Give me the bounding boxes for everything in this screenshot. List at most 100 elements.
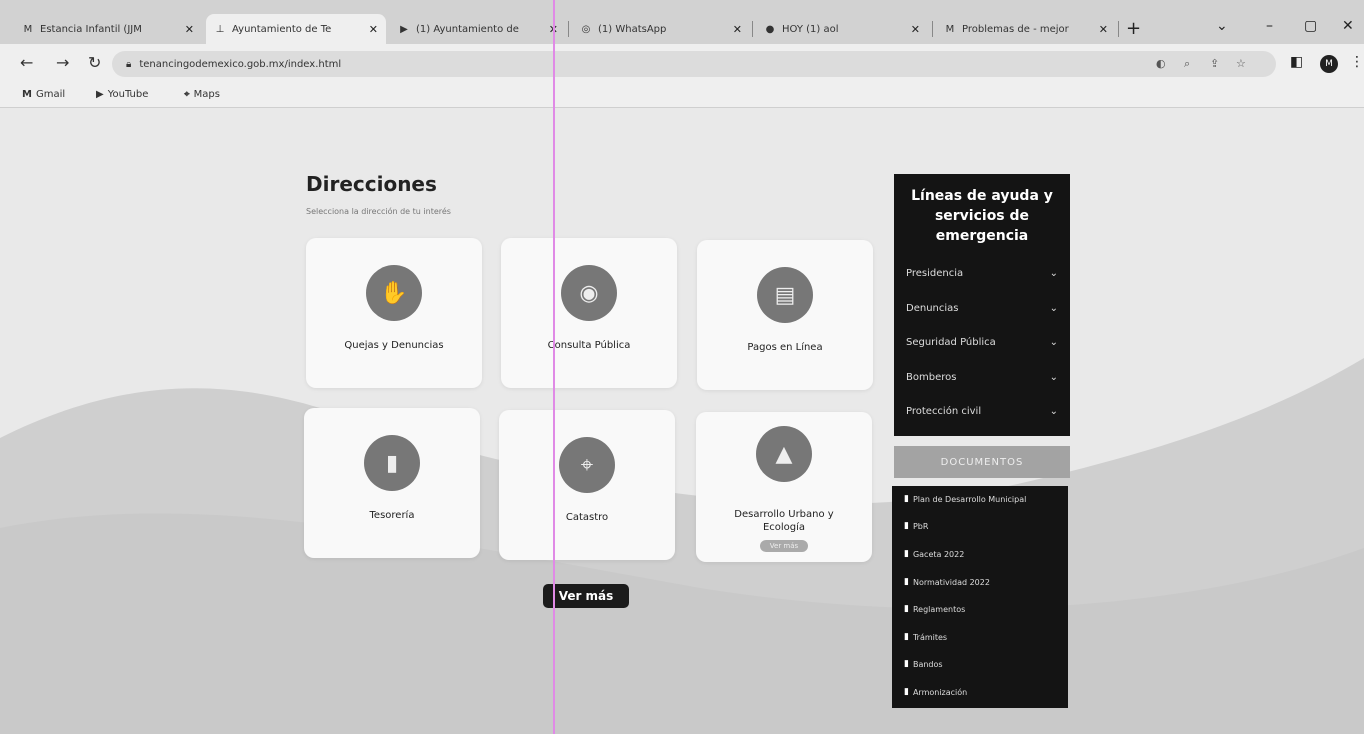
card-label: Desarrollo Urbano y Ecología	[734, 509, 834, 533]
help-title: Líneas de ayuda y servicios de emergenci…	[894, 186, 1070, 246]
help-item-label: Bomberos	[906, 372, 957, 383]
card-tesoreria[interactable]: ▮ Tesorería	[304, 408, 480, 558]
card-pagos-en-linea[interactable]: ▤ Pagos en Línea	[697, 240, 873, 390]
menu-icon[interactable]: ⋮	[1350, 54, 1364, 70]
card-label: Consulta Pública	[547, 340, 631, 351]
bookmarks-bar: M Gmail ▶ YouTube ⌖ Maps	[0, 84, 1364, 108]
help-item-seguridad-publica[interactable]: Seguridad Pública ⌄	[906, 337, 1058, 348]
hands-icon: ✋	[366, 265, 422, 321]
card-label: Pagos en Línea	[747, 342, 823, 353]
background-wave	[0, 358, 1364, 734]
close-icon[interactable]: ✕	[185, 23, 194, 36]
youtube-icon: ▶	[400, 23, 408, 35]
doc-link[interactable]: ▮ Plan de Desarrollo Municipal	[904, 494, 1026, 504]
card-consulta-publica[interactable]: ◉ Consulta Pública	[501, 238, 677, 388]
doc-link[interactable]: ▮ Normatividad 2022	[904, 577, 990, 587]
new-tab-button[interactable]: +	[1126, 18, 1141, 39]
vertical-guide-line	[553, 0, 555, 734]
browser-tab-5[interactable]: ● HOY (1) aol ✕	[756, 14, 928, 44]
tab-title: (1) WhatsApp	[598, 23, 667, 35]
browser-tab-3[interactable]: ▶ (1) Ayuntamiento de ✕	[390, 14, 566, 44]
site-favicon-icon: ⊥	[215, 23, 225, 35]
doc-label: Normatividad 2022	[912, 577, 990, 587]
address-bar[interactable]: 🔒︎ tenancingodemexico.gob.mx/index.html	[112, 51, 1276, 77]
doc-link[interactable]: ▮ Trámites	[904, 632, 947, 642]
payment-icon: ▤	[757, 267, 813, 323]
browser-tab-1[interactable]: M Estancia Infantil (JJM ✕	[14, 14, 202, 44]
document-icon: ▮	[904, 632, 909, 642]
doc-link[interactable]: ▮ Gaceta 2022	[904, 549, 964, 559]
bookmark-youtube[interactable]: ▶ YouTube	[96, 89, 148, 100]
gmail-icon: M	[945, 23, 955, 35]
tab-separator	[932, 21, 933, 37]
tab-title: Estancia Infantil (JJM	[40, 23, 142, 35]
browser-tab-2[interactable]: ⊥ Ayuntamiento de Te ✕	[206, 14, 386, 44]
share-icon[interactable]: ⇪	[1210, 57, 1219, 70]
tab-title: Ayuntamiento de Te	[232, 23, 332, 35]
gmail-icon: M	[22, 89, 32, 100]
documents-button[interactable]: DOCUMENTOS	[894, 446, 1070, 478]
gmail-icon: M	[23, 23, 33, 35]
tab-separator	[1118, 21, 1119, 37]
doc-link[interactable]: ▮ Reglamentos	[904, 604, 965, 614]
help-item-proteccion-civil[interactable]: Protección civil ⌄	[906, 406, 1058, 417]
card-label: Quejas y Denuncias	[344, 340, 444, 351]
card-tag[interactable]: Ver más	[759, 540, 809, 552]
doc-label: Armonización	[912, 687, 968, 697]
close-icon[interactable]: ✕	[911, 23, 920, 36]
card-quejas-denuncias[interactable]: ✋ Quejas y Denuncias	[306, 238, 482, 388]
document-icon: ▮	[904, 659, 909, 669]
doc-label: Plan de Desarrollo Municipal	[912, 494, 1027, 504]
doc-label: Reglamentos	[912, 604, 966, 614]
forward-button[interactable]: →	[56, 53, 69, 72]
bookmark-gmail[interactable]: M Gmail	[22, 89, 65, 100]
chevron-down-icon: ⌄	[1049, 268, 1058, 279]
doc-link[interactable]: ▮ Armonización	[904, 687, 967, 697]
whatsapp-icon: ◎	[581, 23, 591, 35]
translate-icon[interactable]: ◐	[1156, 57, 1166, 70]
url-text: tenancingodemexico.gob.mx/index.html	[139, 58, 342, 70]
tab-search-button[interactable]: ⌄	[1216, 18, 1228, 34]
tab-title: HOY (1) aol	[782, 23, 839, 35]
web-page: Direcciones Selecciona la dirección de t…	[0, 108, 1364, 734]
tab-separator	[752, 21, 753, 37]
bookmark-label: YouTube	[107, 89, 149, 100]
help-title-line: Líneas de ayuda y	[911, 188, 1053, 204]
documents-panel: ▮ Plan de Desarrollo Municipal ▮ PbR ▮ G…	[892, 486, 1068, 708]
card-label: Catastro	[565, 512, 609, 523]
help-title-line: servicios de	[934, 208, 1030, 224]
close-icon[interactable]: ✕	[733, 23, 742, 36]
aol-icon: ●	[765, 23, 775, 35]
browser-tab-4[interactable]: ◎ (1) WhatsApp ✕	[572, 14, 750, 44]
document-icon: ▮	[904, 494, 909, 504]
card-catastro[interactable]: ⌖ Catastro	[499, 410, 675, 560]
bookmark-maps[interactable]: ⌖ Maps	[184, 89, 220, 100]
doc-link[interactable]: ▮ Bandos	[904, 659, 943, 669]
tab-title: Problemas de - mejor	[962, 23, 1069, 35]
help-item-denuncias[interactable]: Denuncias ⌄	[906, 303, 1058, 314]
help-item-bomberos[interactable]: Bomberos ⌄	[906, 372, 1058, 383]
doc-link[interactable]: ▮ PbR	[904, 521, 928, 531]
bookmark-label: Maps	[193, 89, 220, 100]
bookmark-star-icon[interactable]: ☆	[1236, 57, 1246, 70]
map-pin-icon: ⌖	[559, 437, 615, 493]
help-item-presidencia[interactable]: Presidencia ⌄	[906, 268, 1058, 279]
close-window-button[interactable]: ✕	[1342, 18, 1354, 34]
document-icon: ▮	[904, 604, 909, 614]
close-icon[interactable]: ✕	[1099, 23, 1108, 36]
avatar[interactable]: M	[1320, 55, 1338, 73]
close-icon[interactable]: ✕	[369, 23, 378, 36]
help-item-label: Denuncias	[906, 303, 959, 314]
browser-tab-6[interactable]: M Problemas de - mejor ✕	[936, 14, 1116, 44]
sidepanel-icon[interactable]: ◧	[1290, 54, 1303, 70]
zoom-icon[interactable]: ⌕	[1184, 57, 1190, 71]
back-button[interactable]: ←	[20, 53, 33, 72]
document-icon: ▮	[904, 577, 909, 587]
card-desarrollo-urbano[interactable]: ▲ Desarrollo Urbano y Ecología Ver más	[696, 412, 872, 562]
minimize-button[interactable]: –	[1266, 18, 1273, 34]
maximize-button[interactable]: ▢	[1304, 18, 1317, 34]
ver-mas-button[interactable]: Ver más	[543, 584, 629, 608]
reload-button[interactable]: ↻	[88, 53, 101, 72]
chevron-down-icon: ⌄	[1049, 337, 1058, 348]
doc-label: Gaceta 2022	[912, 549, 965, 559]
